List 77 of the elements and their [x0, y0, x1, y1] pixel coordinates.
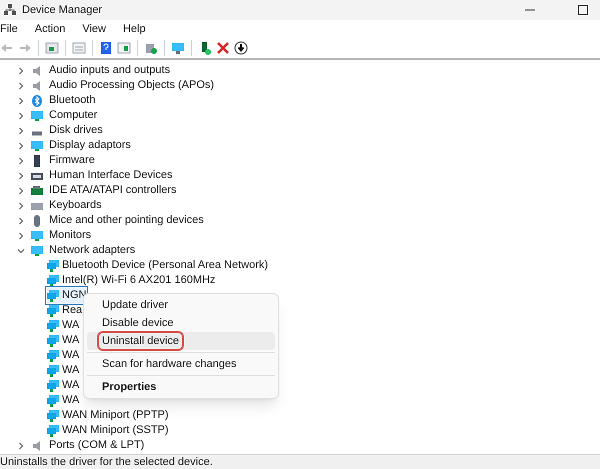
menu-item[interactable]: Scan for hardware changes — [99, 356, 240, 372]
menu-item[interactable]: Help — [120, 20, 149, 38]
menu-item[interactable]: Update driver — [99, 296, 172, 314]
expand-icon[interactable] — [17, 156, 25, 164]
expand-icon[interactable] — [17, 142, 25, 150]
network-adapter-icon — [47, 350, 59, 362]
monitor-icon — [31, 110, 43, 122]
tree-item[interactable]: Monitors — [49, 227, 92, 244]
expand-icon[interactable] — [17, 232, 25, 240]
status-bar-text: Uninstalls the driver for the selected device. — [0, 454, 213, 469]
speaker-icon — [31, 64, 43, 76]
network-adapter-icon — [47, 290, 59, 302]
tree-item[interactable]: Audio inputs and outputs — [49, 62, 170, 79]
menu-item-row[interactable]: Properties — [87, 378, 275, 396]
menu-item-row[interactable]: Disable device — [87, 314, 275, 332]
controller-icon — [31, 184, 43, 196]
tree-item[interactable]: Disk drives — [49, 122, 103, 139]
network-adapter-icon — [47, 274, 59, 286]
menu-item-row[interactable]: Uninstall device — [87, 332, 275, 350]
monitor-icon — [31, 230, 43, 242]
monitor-icon — [31, 140, 43, 152]
download-icon[interactable] — [234, 41, 248, 55]
tree-item[interactable]: Mice and other pointing devices — [49, 212, 204, 229]
drive-icon — [31, 130, 43, 136]
network-adapter-icon — [47, 364, 59, 376]
expand-icon[interactable] — [17, 442, 25, 450]
close-icon[interactable] — [216, 41, 230, 55]
menu-item-row[interactable]: Scan for hardware changes — [87, 355, 275, 373]
tree-item[interactable]: Keyboards — [49, 197, 102, 214]
expand-icon[interactable] — [17, 216, 25, 224]
collapse-icon[interactable] — [17, 246, 25, 254]
tree-item[interactable]: IDE ATA/ATAPI controllers — [49, 182, 177, 199]
expand-icon[interactable] — [17, 112, 25, 120]
menu-item[interactable]: Uninstall device — [99, 332, 182, 350]
bluetooth-icon — [31, 94, 43, 106]
menu-item[interactable]: File — [0, 20, 21, 38]
help-icon[interactable] — [99, 41, 113, 55]
network-adapter-icon — [47, 380, 59, 392]
tree-item[interactable]: Human Interface Devices — [49, 167, 172, 184]
expand-icon[interactable] — [17, 82, 25, 90]
speaker-icon — [31, 440, 43, 452]
expand-icon[interactable] — [17, 66, 25, 74]
speaker-icon — [31, 80, 43, 92]
menu-item[interactable]: Disable device — [99, 314, 177, 332]
expand-icon[interactable] — [17, 186, 25, 194]
tree-item[interactable]: Firmware — [49, 152, 95, 169]
device-manager-icon — [4, 4, 16, 16]
scan-icon[interactable] — [144, 41, 158, 55]
panel-icon[interactable] — [117, 41, 131, 55]
chip-icon — [31, 154, 43, 166]
menu-item[interactable]: Properties — [99, 378, 160, 396]
network-adapter-icon — [47, 304, 59, 316]
network-adapter-icon — [47, 334, 59, 346]
tree-item[interactable]: Network adapters — [49, 242, 136, 259]
monitor-icon[interactable] — [171, 41, 185, 55]
tree-item[interactable]: Audio Processing Objects (APOs) — [49, 77, 214, 94]
expand-icon[interactable] — [17, 126, 25, 134]
tree-item[interactable]: Ports (COM & LPT) — [49, 437, 144, 454]
network-adapter-icon — [47, 410, 59, 422]
expand-icon[interactable] — [17, 202, 25, 210]
network-adapter-icon — [47, 394, 59, 406]
window-title: Device Manager — [22, 2, 102, 18]
menu-item[interactable]: Action — [32, 20, 68, 38]
expand-icon[interactable] — [17, 172, 25, 180]
tree-item[interactable]: Display adaptors — [49, 137, 131, 154]
tree-item[interactable]: Bluetooth — [49, 92, 96, 109]
network-adapter-icon — [47, 260, 59, 272]
expand-icon[interactable] — [17, 96, 25, 104]
network-adapter-icon — [47, 424, 59, 436]
menu-item-row[interactable]: Update driver — [87, 296, 275, 314]
properties-icon[interactable] — [45, 41, 59, 55]
tree-item[interactable]: Computer — [49, 107, 98, 124]
network-adapter-icon — [47, 320, 59, 332]
maximize-icon[interactable] — [578, 5, 588, 15]
monitor-icon — [31, 244, 43, 256]
mouse-icon — [31, 214, 43, 226]
menu-item[interactable]: View — [79, 20, 109, 38]
